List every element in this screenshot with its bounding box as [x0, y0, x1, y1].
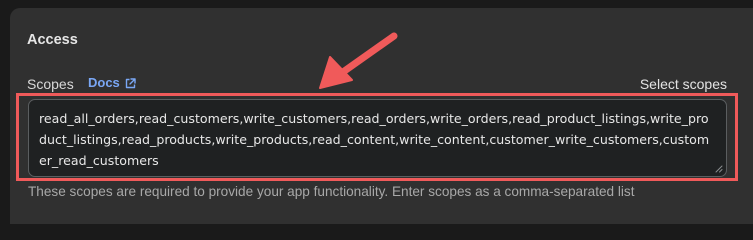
external-link-icon [125, 77, 136, 88]
scopes-textarea[interactable]: read_all_orders,read_customers,write_cus… [28, 99, 727, 177]
resize-grip-icon[interactable] [715, 165, 723, 173]
page: Access Scopes Docs Select scopes read_al… [0, 0, 753, 224]
docs-link-label: Docs [88, 75, 120, 90]
access-card: Access Scopes Docs Select scopes read_al… [10, 8, 753, 224]
helper-text: These scopes are required to provide you… [28, 184, 635, 199]
section-title: Access [27, 32, 78, 48]
select-scopes-button[interactable]: Select scopes [640, 75, 727, 93]
scopes-value: read_all_orders,read_customers,write_cus… [39, 111, 710, 168]
docs-link[interactable]: Docs [88, 74, 136, 92]
scopes-label: Scopes [27, 76, 74, 92]
